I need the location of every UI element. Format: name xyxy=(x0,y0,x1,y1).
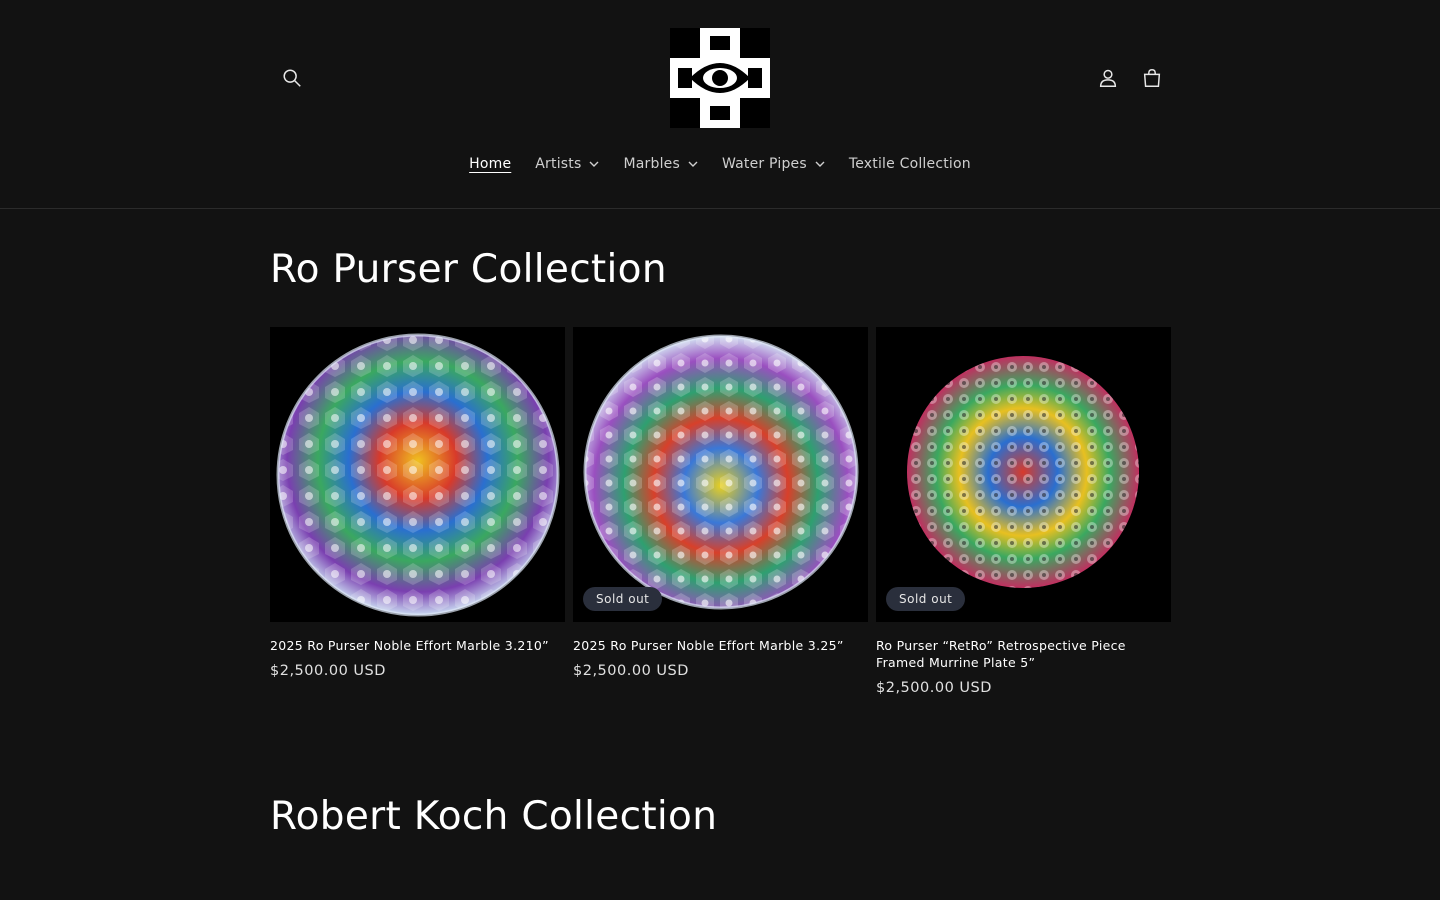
eye-logo[interactable] xyxy=(670,28,770,128)
nav-item-artists[interactable]: Artists xyxy=(523,152,611,176)
product-title[interactable]: 2025 Ro Purser Noble Effort Marble 3.25” xyxy=(573,637,868,654)
nav-item-marbles[interactable]: Marbles xyxy=(611,152,710,176)
product-image[interactable]: Sold out xyxy=(876,327,1171,622)
site-header: Home Artists Marbles Water Pipes Textile… xyxy=(0,0,1440,209)
section-title: Robert Koch Collection xyxy=(270,794,718,839)
nav-item-label: Marbles xyxy=(623,156,680,172)
product-grid: 2025 Ro Purser Noble Effort Marble 3.210… xyxy=(270,327,1171,696)
nav-item-label: Water Pipes xyxy=(721,156,807,172)
main-nav: Home Artists Marbles Water Pipes Textile… xyxy=(0,152,1440,176)
nav-item-label: Artists xyxy=(535,156,582,172)
search-icon xyxy=(283,69,301,87)
product-title[interactable]: 2025 Ro Purser Noble Effort Marble 3.210… xyxy=(270,637,565,654)
chevron-down-icon xyxy=(815,161,825,167)
product-card[interactable]: Sold out Ro Purser “RetRo” Retrospective… xyxy=(876,327,1171,696)
section-ro-purser: Ro Purser Collection xyxy=(270,247,1170,292)
murrine-plate-image xyxy=(907,356,1139,588)
marble-image xyxy=(276,333,560,617)
cart-button[interactable] xyxy=(1130,56,1174,100)
nav-item-water-pipes[interactable]: Water Pipes xyxy=(710,152,837,176)
nav-item-home[interactable]: Home xyxy=(457,152,523,176)
product-price: $2,500.00 USD xyxy=(270,663,386,679)
chevron-down-icon xyxy=(688,161,698,167)
cart-icon xyxy=(1143,69,1161,87)
product-image[interactable]: Sold out xyxy=(573,327,868,622)
search-button[interactable] xyxy=(270,56,314,100)
product-card[interactable]: Sold out 2025 Ro Purser Noble Effort Mar… xyxy=(573,327,868,696)
section-title: Ro Purser Collection xyxy=(270,247,667,292)
nav-item-textile-collection[interactable]: Textile Collection xyxy=(837,152,983,176)
product-title[interactable]: Ro Purser “RetRo” Retrospective Piece Fr… xyxy=(876,637,1171,671)
nav-item-label: Textile Collection xyxy=(848,156,971,172)
product-image[interactable] xyxy=(270,327,565,622)
sold-out-badge: Sold out xyxy=(886,587,966,611)
product-price: $2,500.00 USD xyxy=(573,663,689,679)
account-icon xyxy=(1099,69,1117,87)
nav-item-label: Home xyxy=(469,156,512,172)
section-robert-koch: Robert Koch Collection xyxy=(270,794,1170,839)
header-top xyxy=(0,0,1440,140)
sold-out-badge: Sold out xyxy=(583,587,663,611)
marble-image xyxy=(583,334,859,610)
product-price: $2,500.00 USD xyxy=(876,680,992,696)
product-card[interactable]: 2025 Ro Purser Noble Effort Marble 3.210… xyxy=(270,327,565,696)
chevron-down-icon xyxy=(589,161,599,167)
account-button[interactable] xyxy=(1086,56,1130,100)
